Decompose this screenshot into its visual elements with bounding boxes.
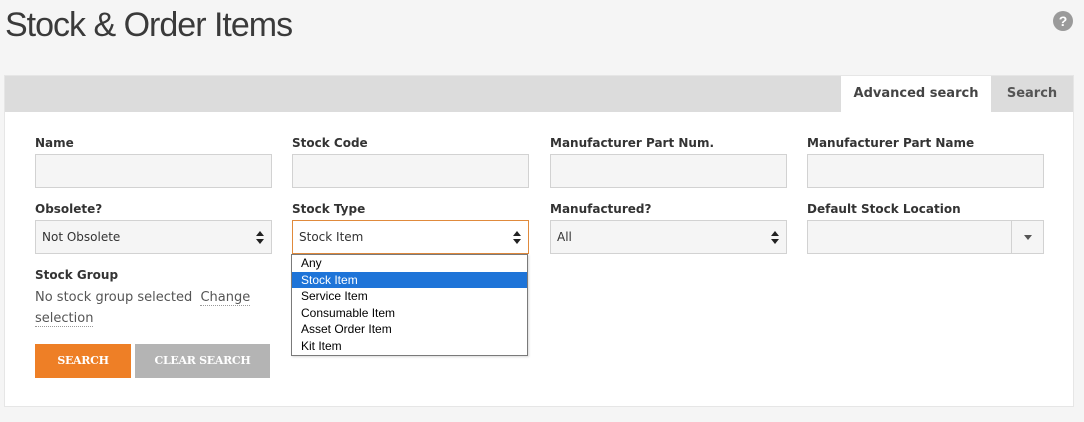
dropdown-option-selected[interactable]: Stock Item <box>292 271 527 288</box>
stock-type-select[interactable]: Stock Item <box>292 220 529 254</box>
tab-search[interactable]: Search <box>991 76 1073 112</box>
search-button[interactable]: SEARCH <box>35 344 131 378</box>
manufactured-label: Manufactured? <box>550 202 652 216</box>
tab-bar: Advanced search Search <box>5 76 1073 112</box>
page-title: Stock & Order Items <box>5 6 293 44</box>
updown-arrows-icon <box>771 229 780 245</box>
chevron-down-icon[interactable] <box>1011 221 1043 253</box>
dropdown-option[interactable]: Asset Order Item <box>292 321 527 338</box>
obsolete-select-value: Not Obsolete <box>42 230 121 244</box>
manufacturer-part-name-label: Manufacturer Part Name <box>807 136 975 150</box>
stock-code-label: Stock Code <box>292 136 368 150</box>
stock-group-value: No stock group selected Change selection <box>35 287 265 329</box>
obsolete-select[interactable]: Not Obsolete <box>35 220 272 254</box>
updown-arrows-icon <box>513 229 522 245</box>
tab-advanced-search[interactable]: Advanced search <box>841 76 991 112</box>
stock-type-dropdown: Any Stock Item Service Item Consumable I… <box>291 254 528 356</box>
updown-arrows-icon <box>256 229 265 245</box>
default-stock-location-select[interactable] <box>807 220 1044 254</box>
stock-code-input[interactable] <box>292 154 529 188</box>
manufacturer-part-num-input[interactable] <box>550 154 787 188</box>
dropdown-option[interactable]: Consumable Item <box>292 305 527 322</box>
stock-group-label: Stock Group <box>35 268 119 282</box>
name-label: Name <box>35 136 74 150</box>
stock-type-select-value: Stock Item <box>299 230 364 244</box>
stock-type-label: Stock Type <box>292 202 366 216</box>
default-stock-location-label: Default Stock Location <box>807 202 961 216</box>
obsolete-label: Obsolete? <box>35 202 103 216</box>
dropdown-option[interactable]: Any <box>292 255 527 272</box>
search-panel: Advanced search Search Name Stock Code M… <box>4 75 1074 407</box>
manufacturer-part-num-label: Manufacturer Part Num. <box>550 136 715 150</box>
dropdown-option[interactable]: Kit Item <box>292 338 527 355</box>
manufactured-select-value: All <box>557 230 572 244</box>
manufacturer-part-name-input[interactable] <box>807 154 1044 188</box>
clear-search-button[interactable]: CLEAR SEARCH <box>135 344 270 378</box>
manufactured-select[interactable]: All <box>550 220 787 254</box>
help-icon[interactable]: ? <box>1053 11 1073 31</box>
stock-group-text: No stock group selected <box>35 290 193 305</box>
dropdown-option[interactable]: Service Item <box>292 288 527 305</box>
name-input[interactable] <box>35 154 272 188</box>
